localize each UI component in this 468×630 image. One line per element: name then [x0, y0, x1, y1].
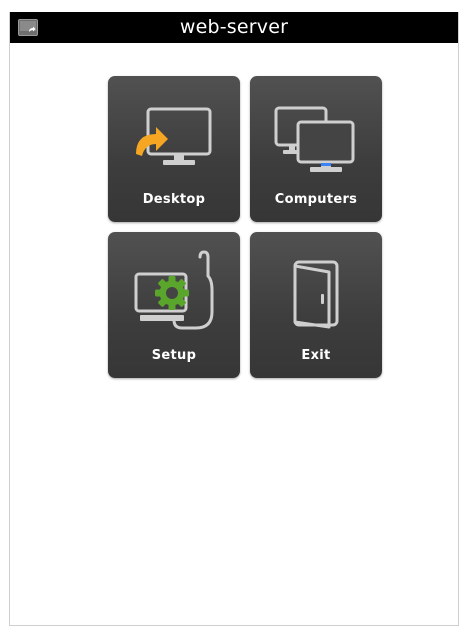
setup-button-label: Setup: [151, 348, 197, 363]
app-window: web-server Desktop Computers Setup Exit: [9, 12, 459, 626]
title-bar: web-server: [10, 12, 458, 43]
desktop-button-label: Desktop: [142, 192, 206, 207]
exit-button-label: Exit: [301, 348, 331, 363]
computers-button-label: Computers: [274, 192, 358, 207]
window-title: web-server: [179, 16, 289, 38]
exit-button[interactable]: Exit: [250, 232, 382, 378]
setup-button[interactable]: Setup: [108, 232, 240, 378]
computers-button[interactable]: Computers: [250, 76, 382, 222]
desktop-button[interactable]: Desktop: [108, 76, 240, 222]
